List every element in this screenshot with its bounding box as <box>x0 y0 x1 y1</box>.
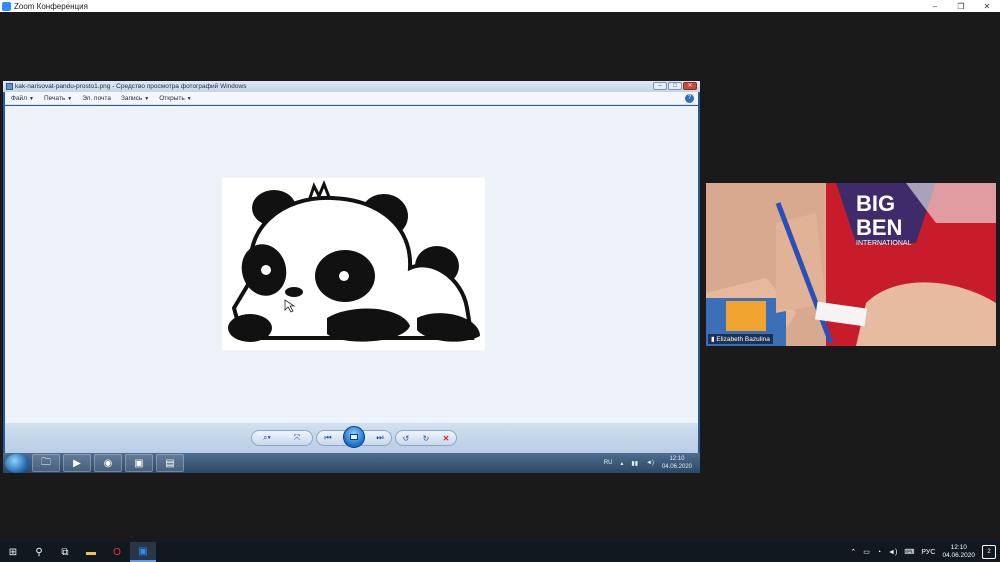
zoom-tools-group: ⌕▾ ⤧ <box>251 430 313 446</box>
battery-icon[interactable]: ▭ <box>863 548 870 556</box>
zoom-window-controls: – ❐ ✕ <box>922 0 1000 12</box>
actual-size-icon[interactable]: ⤧ <box>290 433 304 443</box>
menu-print[interactable]: Печать ▼ <box>44 95 72 102</box>
volume-icon[interactable]: ◄) <box>646 460 654 466</box>
photo-viewer-toolbar: ⌕▾ ⤧ ⏮ ⏭ ↺ ↻ ✕ <box>5 423 698 453</box>
keyboard-icon[interactable]: ⌨ <box>904 548 914 556</box>
network-icon[interactable]: ◔ <box>877 549 881 556</box>
remote-clock[interactable]: 12:10 04.06.2020 <box>662 455 692 471</box>
taskbar-clock[interactable]: 12:10 04.06.2020 <box>942 544 975 560</box>
shared-screen: kak-narisovat-pandu-prosto1.png - Средст… <box>3 81 700 473</box>
viewer-close-button[interactable]: ✕ <box>683 82 697 90</box>
remote-system-tray: RU ▴ ▮▮ ◄) 12:10 04.06.2020 <box>604 453 692 473</box>
menu-email[interactable]: Эл. почта <box>82 95 111 102</box>
notification-center-icon[interactable]: 2 <box>982 545 996 559</box>
task-view-icon[interactable]: ⧉ <box>52 542 78 562</box>
shirt-text-ben: BEN <box>856 215 902 240</box>
chrome-icon[interactable]: ◉ <box>94 454 122 472</box>
edit-tools-group: ↺ ↻ ✕ <box>395 430 457 446</box>
language-indicator[interactable]: РУС <box>921 549 935 556</box>
signal-icon: ▮ <box>711 336 715 343</box>
file-explorer-icon[interactable]: ▬ <box>78 542 104 562</box>
participant-name: Elizabeth Bazulina <box>716 336 770 343</box>
tray-arrow-icon[interactable]: ▴ <box>620 460 623 467</box>
windows-start-icon[interactable]: ⊞ <box>0 542 26 562</box>
photo-viewer-titlebar: kak-narisovat-pandu-prosto1.png - Средст… <box>3 81 700 92</box>
maximize-button[interactable]: ❐ <box>948 0 974 12</box>
help-icon[interactable]: ? <box>685 94 694 103</box>
menu-file[interactable]: Файл ▼ <box>11 95 34 102</box>
search-icon[interactable]: ⚲ <box>26 542 52 562</box>
photo-viewer-window-controls: – □ ✕ <box>653 82 697 90</box>
magnifier-icon[interactable]: ⌕▾ <box>260 433 274 443</box>
participant-nameplate: ▮ Elizabeth Bazulina <box>708 334 773 344</box>
zoom-window-title: Zoom Конференция <box>14 1 88 11</box>
local-taskbar: ⊞ ⚲ ⧉ ▬ O ▣ ⌃ ▭ ◔ ◄) ⌨ РУС 12:10 04.06.2… <box>0 542 1000 562</box>
previous-icon[interactable]: ⏮ <box>321 433 335 443</box>
panda-drawing <box>228 179 480 342</box>
show-hidden-icons-icon[interactable]: ⌃ <box>850 548 856 556</box>
opera-icon[interactable]: O <box>104 542 130 562</box>
shirt-text-international: INTERNATIONAL <box>856 240 912 247</box>
zoom-icon[interactable]: ▣ <box>125 454 153 472</box>
viewer-maximize-button[interactable]: □ <box>668 82 682 90</box>
minimize-button[interactable]: – <box>922 0 948 12</box>
slideshow-icon[interactable] <box>343 426 365 448</box>
next-icon[interactable]: ⏭ <box>373 433 387 443</box>
network-icon[interactable]: ▮▮ <box>631 460 638 467</box>
panda-image <box>222 178 485 350</box>
remote-language[interactable]: RU <box>604 460 613 466</box>
zoom-taskbar-icon[interactable]: ▣ <box>130 542 156 562</box>
volume-icon[interactable]: ◄) <box>888 549 897 556</box>
explorer-icon[interactable]: 🗀 <box>32 454 60 472</box>
viewer-minimize-button[interactable]: – <box>653 82 667 90</box>
menu-burn[interactable]: Запись ▼ <box>121 95 149 102</box>
video-frame: BIG BEN INTERNATIONAL <box>706 183 996 346</box>
close-button[interactable]: ✕ <box>974 0 1000 12</box>
media-player-icon[interactable]: ▶ <box>63 454 91 472</box>
menu-open[interactable]: Открыть ▼ <box>159 95 191 102</box>
rotate-cw-icon[interactable]: ↻ <box>419 434 433 443</box>
participant-video[interactable]: BIG BEN INTERNATIONAL ▮ Elizabeth Bazuli… <box>706 183 996 346</box>
shirt-text-big: BIG <box>856 191 895 216</box>
image-canvas <box>5 106 698 423</box>
photo-viewer-menu: Файл ▼ Печать ▼ Эл. почта Запись ▼ Открыть ▼… <box>5 92 698 105</box>
zoom-titlebar: Zoom Конференция – ❐ ✕ <box>0 0 1000 12</box>
remote-taskbar: 🗀 ▶ ◉ ▣ ▤ RU ▴ ▮▮ ◄) 12:10 04.06.2020 <box>3 453 700 473</box>
zoom-logo-icon <box>2 1 11 11</box>
start-orb-icon[interactable] <box>5 453 29 473</box>
delete-icon[interactable]: ✕ <box>439 434 453 443</box>
photo-viewer-title: kak-narisovat-pandu-prosto1.png - Средст… <box>15 83 247 90</box>
system-tray: ⌃ ▭ ◔ ◄) ⌨ РУС 12:10 04.06.2020 2 <box>850 542 1000 562</box>
photo-viewer-icon <box>6 83 13 90</box>
photo-viewer-icon[interactable]: ▤ <box>156 454 184 472</box>
rotate-ccw-icon[interactable]: ↺ <box>399 434 413 443</box>
